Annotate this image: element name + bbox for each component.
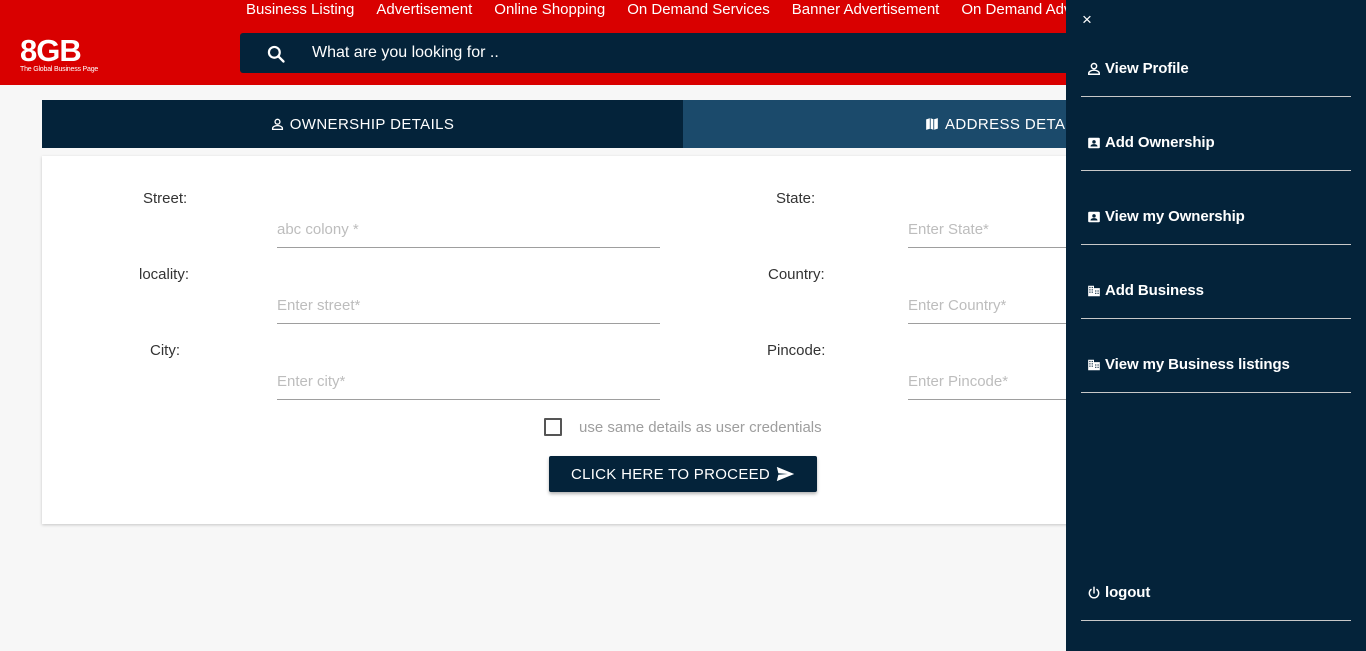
person-icon bbox=[271, 118, 283, 130]
city-input[interactable] bbox=[277, 364, 660, 400]
search-icon[interactable] bbox=[266, 44, 286, 64]
nav-banner-advertisement[interactable]: Banner Advertisement bbox=[792, 0, 940, 22]
logo-tagline: The Global Business Page bbox=[20, 66, 99, 73]
tab-address-label: ADDRESS DETAI bbox=[945, 115, 1070, 133]
map-icon bbox=[926, 118, 938, 130]
street-label: Street: bbox=[143, 190, 188, 207]
side-drawer: × View Profile Add Ownership View my Own… bbox=[1066, 0, 1366, 651]
state-label: State: bbox=[776, 190, 816, 207]
contact-card-icon bbox=[1088, 137, 1100, 149]
menu-item-label: View my Ownership bbox=[1105, 208, 1245, 225]
nav-business-listing[interactable]: Business Listing bbox=[246, 0, 354, 22]
logout-button[interactable]: logout bbox=[1081, 584, 1351, 621]
same-details-label[interactable]: use same details as user credentials bbox=[579, 419, 822, 436]
country-input[interactable] bbox=[908, 288, 1068, 324]
power-icon bbox=[1088, 586, 1100, 599]
pincode-label: Pincode: bbox=[767, 342, 826, 359]
same-details-checkbox[interactable] bbox=[544, 418, 562, 436]
city-label: City: bbox=[150, 342, 180, 359]
contact-card-icon bbox=[1088, 211, 1100, 223]
nav-on-demand-services[interactable]: On Demand Services bbox=[627, 0, 770, 22]
send-icon bbox=[776, 466, 795, 482]
street-input[interactable] bbox=[277, 212, 660, 248]
top-nav: Business Listing Advertisement Online Sh… bbox=[246, 0, 1093, 22]
search-bar bbox=[240, 33, 1140, 73]
menu-item-view-business-listings[interactable]: View my Business listings bbox=[1081, 356, 1351, 393]
menu-item-label: View my Business listings bbox=[1105, 356, 1290, 373]
tab-ownership-details[interactable]: OWNERSHIP DETAILS bbox=[42, 100, 683, 148]
tab-ownership-label: OWNERSHIP DETAILS bbox=[289, 115, 455, 133]
proceed-label: CLICK HERE TO PROCEED bbox=[570, 465, 771, 483]
logo[interactable]: 8GB The Global Business Page bbox=[20, 33, 102, 80]
pincode-input[interactable] bbox=[908, 364, 1068, 400]
close-icon[interactable]: × bbox=[1082, 10, 1092, 30]
form-tabs: OWNERSHIP DETAILS ADDRESS DETAI bbox=[42, 100, 1142, 148]
state-input[interactable] bbox=[908, 212, 1068, 248]
person-icon bbox=[1088, 62, 1100, 75]
menu-item-label: Add Business bbox=[1105, 282, 1204, 299]
logo-text: 8GB bbox=[20, 33, 82, 68]
logout-label: logout bbox=[1105, 584, 1151, 601]
building-icon bbox=[1088, 285, 1100, 297]
menu-item-add-ownership[interactable]: Add Ownership bbox=[1081, 134, 1351, 171]
proceed-button[interactable]: CLICK HERE TO PROCEED bbox=[549, 456, 817, 492]
nav-on-demand-adv[interactable]: On Demand Adv bbox=[961, 0, 1071, 22]
building-icon bbox=[1088, 359, 1100, 371]
nav-online-shopping[interactable]: Online Shopping bbox=[494, 0, 605, 22]
menu-item-label: View Profile bbox=[1105, 60, 1189, 77]
search-input[interactable] bbox=[312, 33, 1012, 73]
menu-item-label: Add Ownership bbox=[1105, 134, 1215, 151]
menu-item-add-business[interactable]: Add Business bbox=[1081, 282, 1351, 319]
locality-input[interactable] bbox=[277, 288, 660, 324]
locality-label: locality: bbox=[139, 266, 190, 283]
address-form-card: Street: locality: City: State: Country: … bbox=[42, 156, 1142, 524]
menu-item-view-profile[interactable]: View Profile bbox=[1081, 60, 1351, 97]
country-label: Country: bbox=[768, 266, 825, 283]
menu-item-view-ownership[interactable]: View my Ownership bbox=[1081, 208, 1351, 245]
nav-advertisement[interactable]: Advertisement bbox=[376, 0, 472, 22]
